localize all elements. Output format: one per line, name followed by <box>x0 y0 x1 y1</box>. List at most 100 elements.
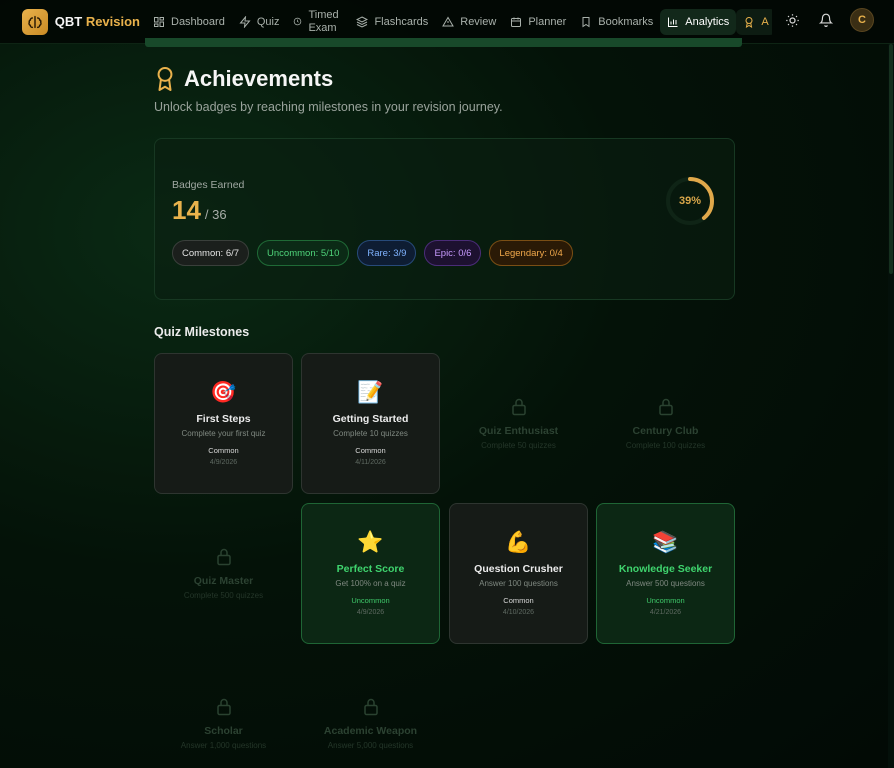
nav-label-achievements: A <box>761 15 769 28</box>
nav-right: C <box>782 8 874 32</box>
badge-description: Complete 50 quizzes <box>481 441 556 450</box>
badge-card[interactable]: Academic Weapon Answer 5,000 questions <box>301 653 440 768</box>
badge-description: Complete your first quiz <box>181 429 266 438</box>
badges-earned-label: Badges Earned <box>172 179 245 191</box>
badge-date: 4/10/2026 <box>502 609 535 616</box>
pill-uncommon: Uncommon: 5/10 <box>257 240 350 266</box>
badge-name: Century Club <box>632 425 699 437</box>
badge-description: Answer 1,000 questions <box>180 741 267 750</box>
progress-percent: 39% <box>678 195 702 207</box>
badge-emoji-icon: 📚 <box>652 531 679 554</box>
badge-name: Perfect Score <box>336 563 405 575</box>
badge-description: Complete 10 quizzes <box>333 429 408 438</box>
badges-summary-card: Badges Earned 14 / 36 39% Common: 6/7 Un… <box>154 138 735 300</box>
badge-date: 4/21/2026 <box>649 609 682 616</box>
badge-card[interactable]: Quiz Master Complete 500 quizzes <box>154 503 293 644</box>
badge-card[interactable]: Scholar Answer 1,000 questions <box>154 653 293 768</box>
layers-icon <box>356 15 369 28</box>
dashboard-icon <box>154 16 164 27</box>
lock-icon <box>215 697 233 719</box>
pill-rare: Rare: 3/9 <box>357 240 417 266</box>
badge-card[interactable]: ⭐ Perfect Score Get 100% on a quiz Uncommon… <box>301 503 440 644</box>
page-subtitle: Unlock badges by reaching milestones in … <box>154 100 503 114</box>
badge-emoji-icon: ⭐ <box>357 531 384 554</box>
section-title: Quiz Milestones <box>154 325 250 339</box>
badge-date: 4/9/2026 <box>356 609 385 616</box>
sun-icon <box>785 13 799 27</box>
badge-date: 4/9/2026 <box>209 459 238 466</box>
pill-legendary: Legendary: 0/4 <box>489 240 573 266</box>
warning-icon <box>442 16 455 26</box>
badge-rarity: Common <box>503 596 534 605</box>
avatar[interactable]: C <box>850 8 874 32</box>
badge-card[interactable]: 💪 Question Crusher Answer 100 questions Com… <box>449 503 588 644</box>
nav-item-dashboard[interactable]: Dashboard <box>146 9 232 35</box>
nav-label-timed-exam: Timed Exam <box>308 8 339 34</box>
brand-name: QBT Revision <box>54 14 140 29</box>
badge-card[interactable]: 📝 Getting Started Complete 10 quizzes Commo… <box>301 353 440 494</box>
badge-description: Get 100% on a quiz <box>335 579 406 588</box>
badge-name: Knowledge Seeker <box>618 563 713 575</box>
nav-label-quiz: Quiz <box>256 15 280 28</box>
theme-toggle-button[interactable] <box>782 10 802 30</box>
bell-icon <box>819 13 833 27</box>
award-icon <box>157 66 173 92</box>
scrollbar-thumb[interactable] <box>889 44 893 274</box>
badge-card[interactable]: Century Club Complete 100 quizzes <box>596 353 735 494</box>
badge-card[interactable]: 🎯 First Steps Complete your first quiz Comm… <box>154 353 293 494</box>
page-scrollbar[interactable] <box>888 44 894 768</box>
badges-earned-count: 14 / 36 <box>172 195 227 226</box>
badge-name: Question Crusher <box>474 563 563 575</box>
badge-rarity: Uncommon <box>351 596 390 605</box>
nav-label-flashcards: Flashcards <box>374 15 429 28</box>
nav-item-bookmarks[interactable]: Bookmarks <box>573 9 660 35</box>
nav-items: Dashboard Quiz Timed Exam Flashcards Rev… <box>146 0 772 44</box>
badge-rarity: Common <box>355 446 386 455</box>
nav-item-planner[interactable]: Planner <box>503 9 573 35</box>
nav-item-analytics[interactable]: Analytics <box>660 8 737 35</box>
nav-item-achievements[interactable]: A <box>736 8 772 35</box>
badge-card[interactable]: Quiz Enthusiast Complete 50 quizzes <box>449 353 588 494</box>
nav-label-planner: Planner <box>528 15 567 28</box>
nav-item-review[interactable]: Review <box>435 9 503 35</box>
nav-label-review: Review <box>460 15 497 28</box>
notifications-button[interactable] <box>816 10 836 30</box>
badge-emoji-icon: 🎯 <box>210 381 237 404</box>
badges-earned-number: 14 <box>172 195 201 225</box>
badge-name: Quiz Enthusiast <box>478 425 559 437</box>
nav-label-bookmarks: Bookmarks <box>598 15 654 28</box>
bar-chart-icon <box>668 17 678 27</box>
page-header: Achievements <box>154 66 333 92</box>
badge-card[interactable]: 📚 Knowledge Seeker Answer 500 questions Unc… <box>596 503 735 644</box>
badge-description: Answer 5,000 questions <box>327 741 414 750</box>
nav-label-dashboard: Dashboard <box>171 15 225 28</box>
nav-item-quiz[interactable]: Quiz <box>232 9 287 35</box>
badge-name: Getting Started <box>332 413 409 425</box>
badge-description: Complete 500 quizzes <box>183 591 264 600</box>
badge-description: Answer 100 questions <box>479 579 558 588</box>
badge-rarity: Uncommon <box>646 596 685 605</box>
page-title: Achievements <box>184 66 334 91</box>
award-icon <box>745 16 753 28</box>
lightning-icon <box>239 15 251 28</box>
pill-common: Common: 6/7 <box>172 240 250 266</box>
nav-item-timed-exam[interactable]: Timed Exam <box>286 9 349 35</box>
badges-total: / 36 <box>204 207 227 222</box>
pill-epic: Epic: 0/6 <box>424 240 482 266</box>
calendar-icon <box>511 17 522 27</box>
nav-label-analytics: Analytics <box>685 15 730 28</box>
badge-name: First Steps <box>196 413 251 425</box>
rarity-pills: Common: 6/7 Uncommon: 5/10 Rare: 3/9 Epi… <box>172 240 573 266</box>
badge-emoji-icon: 📝 <box>357 381 384 404</box>
header-accent-strip <box>145 38 742 47</box>
badge-date: 4/11/2026 <box>355 459 386 466</box>
badge-emoji-icon: 💪 <box>505 531 532 554</box>
lock-icon <box>510 397 528 419</box>
nav-item-flashcards[interactable]: Flashcards <box>349 9 435 35</box>
badge-name: Quiz Master <box>193 575 254 587</box>
bookmark-icon <box>582 16 590 27</box>
badge-name: Scholar <box>204 725 243 737</box>
badge-description: Complete 100 quizzes <box>625 441 706 450</box>
brain-icon <box>22 8 48 35</box>
brand[interactable]: QBT Revision <box>22 8 140 35</box>
